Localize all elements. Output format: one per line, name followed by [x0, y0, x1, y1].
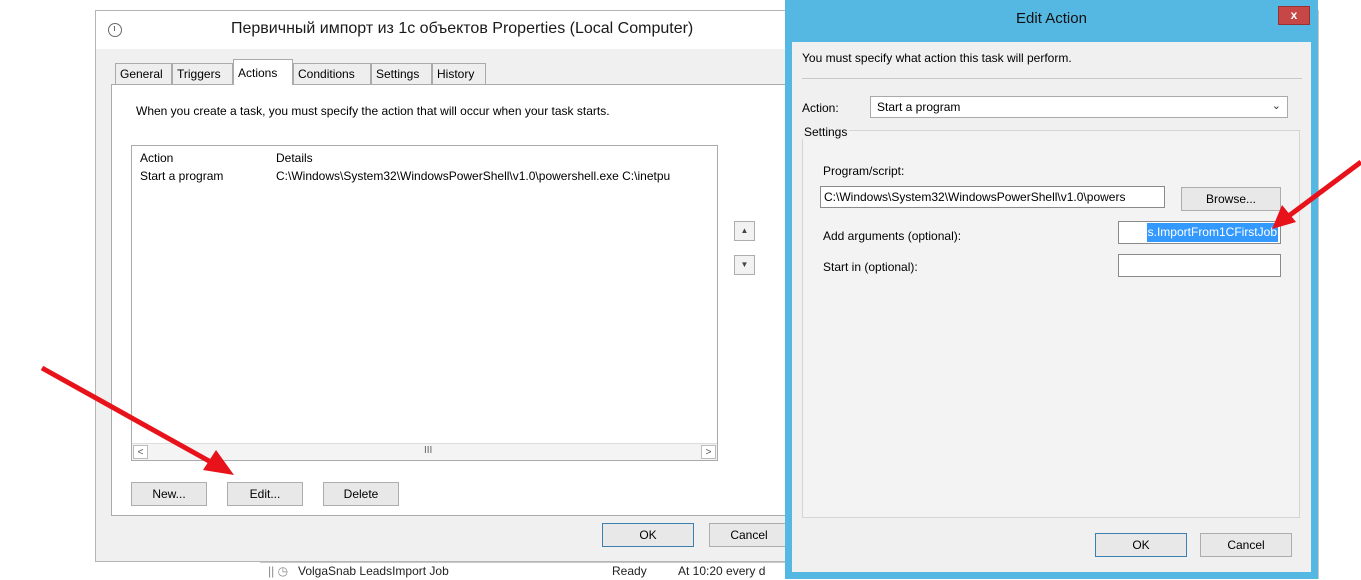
annotation-arrow	[1272, 159, 1361, 229]
annotation-arrow	[40, 365, 234, 475]
tab-actions[interactable]: Actions	[233, 59, 293, 85]
annotation-overlay	[40, 159, 1361, 475]
